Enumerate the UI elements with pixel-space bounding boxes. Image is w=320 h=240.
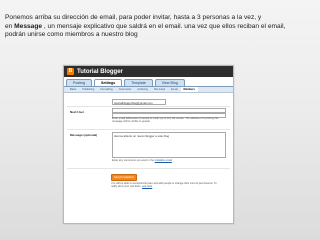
blogger-header: B Tutorial Blogger bbox=[64, 66, 233, 77]
invite-email-input[interactable]: tutorialbloggerblog@gmail.com bbox=[112, 99, 166, 105]
message-textarea[interactable]: Hemos abierto un nuevo blogger a este bl… bbox=[112, 132, 226, 158]
next-user-row: Next User Enter email addresses of peopl… bbox=[67, 106, 230, 123]
footer-help-text: You will be able to accept/invite later … bbox=[111, 182, 223, 189]
send-row: Send Invitations You will be able to acc… bbox=[67, 168, 230, 199]
message-help-pre: Enter any comments you want in the bbox=[112, 159, 155, 162]
caption-message-word: Message bbox=[14, 22, 43, 30]
blogger-screenshot: B Tutorial Blogger Posting Settings Temp… bbox=[63, 65, 234, 224]
tab-settings[interactable]: Settings bbox=[94, 79, 123, 86]
subtab-archiving[interactable]: Archiving bbox=[134, 87, 151, 92]
tab-template[interactable]: Template bbox=[124, 79, 153, 86]
next-user-label: Next User bbox=[70, 110, 85, 114]
message-help-text: Enter any comments you want in the invit… bbox=[112, 159, 224, 162]
message-label: Message (optional) bbox=[70, 133, 98, 137]
invitation-email-link[interactable]: invitation email bbox=[155, 159, 172, 162]
blogger-logo-icon: B bbox=[67, 68, 74, 75]
caption-line-3: podrán unirse como miembros a nuestro bl… bbox=[5, 31, 138, 39]
caption-line-2-start: en bbox=[5, 22, 15, 30]
footer-link[interactable]: see here bbox=[142, 185, 152, 188]
email-help-text: Enter email addresses of people to invit… bbox=[112, 117, 219, 124]
subtab-basic[interactable]: Basic bbox=[67, 87, 79, 92]
caption-line-1: Ponemos arriba su dirección de email, pa… bbox=[5, 14, 262, 21]
footer-text: You will be able to accept/invite later … bbox=[111, 182, 217, 189]
main-tabs: Posting Settings Template View Blog bbox=[64, 79, 233, 86]
subtab-email[interactable]: Email bbox=[168, 87, 181, 92]
invite-email-value: tutorialbloggerblog@gmail.com bbox=[114, 100, 153, 105]
send-invitations-button[interactable]: Send Invitations bbox=[111, 174, 137, 181]
subtab-comments[interactable]: Comments bbox=[116, 87, 135, 92]
logo-letter: B bbox=[68, 68, 73, 74]
caption-line-2-end: , un mensaje explicativo que saldrá en e… bbox=[42, 22, 286, 30]
subtab-site-feed[interactable]: Site Feed bbox=[151, 87, 168, 92]
caption-text: Ponemos arriba su dirección de email, pa… bbox=[5, 14, 317, 40]
blog-title: Tutorial Blogger bbox=[77, 68, 123, 75]
subtab-formatting[interactable]: Formatting bbox=[97, 87, 115, 92]
caption-line-2: en Message , un mensaje explicativo que … bbox=[5, 23, 317, 32]
subtab-members[interactable]: Members bbox=[180, 87, 198, 92]
tab-posting[interactable]: Posting bbox=[66, 79, 92, 86]
subtab-publishing[interactable]: Publishing bbox=[79, 87, 97, 92]
message-row: Message (optional) Hemos abierto un nuev… bbox=[67, 129, 230, 164]
message-value: Hemos abierto un nuevo blogger a este bl… bbox=[114, 133, 170, 138]
tab-view-blog[interactable]: View Blog bbox=[154, 79, 185, 86]
settings-subtabs: Basic Publishing Formatting Comments Arc… bbox=[64, 86, 233, 93]
